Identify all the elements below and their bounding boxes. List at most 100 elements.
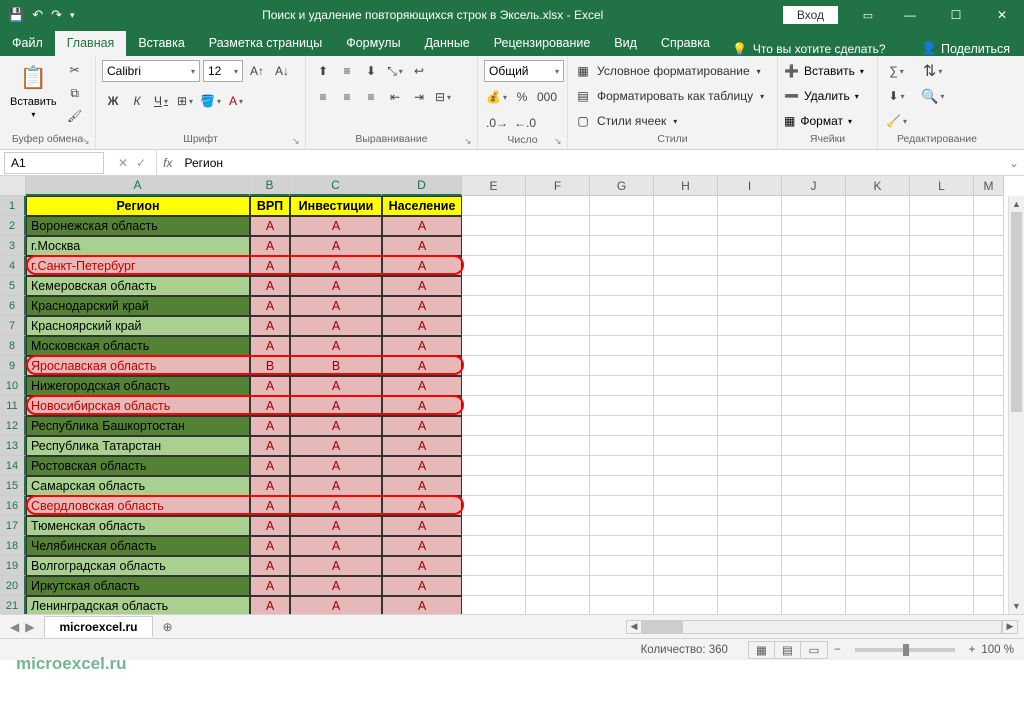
cell-invest[interactable]: A [290, 236, 382, 256]
number-dialog-launcher[interactable] [554, 136, 564, 146]
cell-empty[interactable] [654, 596, 718, 614]
col-header-M[interactable]: M [974, 176, 1004, 196]
cell-empty[interactable] [846, 576, 910, 596]
tell-me-search[interactable]: 💡 Что вы хотите сделать? [722, 42, 896, 56]
cell-pop[interactable]: A [382, 336, 462, 356]
cell-invest[interactable]: B [290, 356, 382, 376]
cell-empty[interactable] [718, 416, 782, 436]
cell-empty[interactable] [462, 536, 526, 556]
cell-D1[interactable]: Население [382, 196, 462, 216]
cell-empty[interactable] [846, 476, 910, 496]
minimize-button[interactable]: — [888, 0, 932, 30]
cell-region[interactable]: Ленинградская область [26, 596, 250, 614]
cell-empty[interactable] [462, 576, 526, 596]
merge-cells-icon[interactable]: ⊟ [432, 86, 454, 108]
cell-empty[interactable] [910, 216, 974, 236]
col-header-B[interactable]: B [250, 176, 290, 196]
cell-empty[interactable] [718, 436, 782, 456]
cell-invest[interactable]: A [290, 416, 382, 436]
cell-region[interactable]: Республика Башкортостан [26, 416, 250, 436]
cell-empty[interactable] [718, 576, 782, 596]
row-header[interactable]: 18 [0, 536, 26, 556]
tab-insert[interactable]: Вставка [126, 31, 196, 56]
cell-empty[interactable] [846, 196, 910, 216]
cell-empty[interactable] [590, 196, 654, 216]
cell-empty[interactable] [846, 256, 910, 276]
cell-empty[interactable] [654, 576, 718, 596]
cell-empty[interactable] [974, 496, 1004, 516]
cell-empty[interactable] [654, 456, 718, 476]
cell-empty[interactable] [782, 416, 846, 436]
cell-pop[interactable]: A [382, 216, 462, 236]
cell-invest[interactable]: A [290, 516, 382, 536]
delete-cells-button[interactable]: ➖Удалить▾ [784, 85, 864, 107]
cell-empty[interactable] [718, 536, 782, 556]
cell-empty[interactable] [974, 316, 1004, 336]
cell-empty[interactable] [654, 556, 718, 576]
cell-empty[interactable] [846, 296, 910, 316]
cell-region[interactable]: Республика Татарстан [26, 436, 250, 456]
cell-empty[interactable] [846, 356, 910, 376]
redo-icon[interactable]: ↷ [51, 7, 62, 23]
cell-empty[interactable] [718, 356, 782, 376]
cell-empty[interactable] [782, 356, 846, 376]
cell-empty[interactable] [526, 196, 590, 216]
tab-data[interactable]: Данные [413, 31, 482, 56]
cell-empty[interactable] [846, 456, 910, 476]
col-header-J[interactable]: J [782, 176, 846, 196]
cell-empty[interactable] [974, 396, 1004, 416]
cell-empty[interactable] [974, 216, 1004, 236]
insert-cells-button[interactable]: ➕Вставить▾ [784, 60, 864, 82]
cell-invest[interactable]: A [290, 296, 382, 316]
cell-empty[interactable] [846, 516, 910, 536]
cell-empty[interactable] [974, 336, 1004, 356]
view-page-break-icon[interactable]: ▭ [801, 642, 827, 658]
cell-empty[interactable] [590, 396, 654, 416]
alignment-dialog-launcher[interactable] [464, 136, 474, 146]
cell-invest[interactable]: A [290, 556, 382, 576]
cell-invest[interactable]: A [290, 376, 382, 396]
cell-empty[interactable] [654, 476, 718, 496]
cell-pop[interactable]: A [382, 316, 462, 336]
cell-empty[interactable] [462, 516, 526, 536]
sheet-nav-next-icon[interactable]: ▶ [25, 620, 34, 634]
cell-invest[interactable]: A [290, 456, 382, 476]
cell-empty[interactable] [974, 416, 1004, 436]
view-normal-icon[interactable]: ▦ [749, 642, 775, 658]
scroll-up-icon[interactable]: ▲ [1009, 196, 1024, 212]
hscroll-thumb[interactable] [643, 621, 683, 633]
cell-empty[interactable] [846, 556, 910, 576]
col-header-L[interactable]: L [910, 176, 974, 196]
cell-empty[interactable] [654, 396, 718, 416]
increase-font-icon[interactable]: A↑ [246, 60, 268, 82]
row-header[interactable]: 10 [0, 376, 26, 396]
format-painter-icon[interactable]: 🖌 [65, 106, 85, 126]
copy-icon[interactable]: ⧉ [65, 83, 85, 103]
save-icon[interactable]: 💾 [8, 7, 24, 23]
cell-empty[interactable] [590, 576, 654, 596]
sheet-nav-prev-icon[interactable]: ◀ [10, 620, 19, 634]
cell-empty[interactable] [526, 216, 590, 236]
cell-invest[interactable]: A [290, 536, 382, 556]
row-header[interactable]: 17 [0, 516, 26, 536]
row-header[interactable]: 8 [0, 336, 26, 356]
cell-empty[interactable] [782, 536, 846, 556]
cell-empty[interactable] [782, 316, 846, 336]
cell-empty[interactable] [846, 316, 910, 336]
cell-empty[interactable] [718, 556, 782, 576]
cell-empty[interactable] [526, 576, 590, 596]
align-bottom-icon[interactable]: ⬇ [360, 60, 382, 82]
cell-empty[interactable] [718, 596, 782, 614]
cell-region[interactable]: Тюменская область [26, 516, 250, 536]
row-header[interactable]: 6 [0, 296, 26, 316]
increase-indent-icon[interactable]: ⇥ [408, 86, 430, 108]
cell-empty[interactable] [462, 196, 526, 216]
cell-empty[interactable] [462, 256, 526, 276]
cell-empty[interactable] [590, 456, 654, 476]
cell-empty[interactable] [526, 476, 590, 496]
cell-empty[interactable] [846, 216, 910, 236]
accounting-format-icon[interactable]: 💰 [484, 86, 509, 108]
cell-empty[interactable] [718, 336, 782, 356]
cell-empty[interactable] [718, 216, 782, 236]
cell-empty[interactable] [462, 436, 526, 456]
